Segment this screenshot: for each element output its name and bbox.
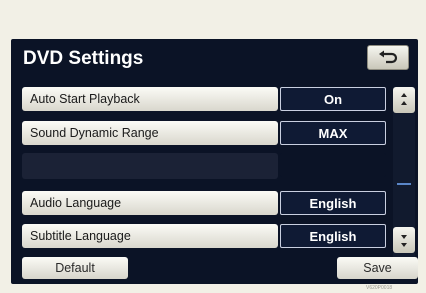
scrollbar[interactable] <box>393 87 415 277</box>
page-title: DVD Settings <box>23 48 144 69</box>
scroll-down-button[interactable] <box>393 227 415 253</box>
scroll-thumb[interactable] <box>397 183 411 185</box>
setting-sound-dynamic-range[interactable]: Sound Dynamic Range <box>22 121 278 145</box>
value-auto-start-playback[interactable]: On <box>280 87 386 111</box>
setting-auto-start-playback[interactable]: Auto Start Playback <box>22 87 278 111</box>
value-subtitle-language[interactable]: English <box>280 224 386 248</box>
empty-setting-row <box>22 153 278 179</box>
back-button[interactable] <box>367 45 409 70</box>
empty-setting-value <box>280 153 386 177</box>
image-code: V620P0018 <box>366 285 393 291</box>
scroll-up-button[interactable] <box>393 87 415 113</box>
default-button[interactable]: Default <box>22 257 128 279</box>
dvd-settings-screen: DVD Settings Auto Start Playback On Soun… <box>11 39 418 284</box>
scroll-down-icon <box>401 235 407 247</box>
return-arrow-icon <box>379 50 398 63</box>
scroll-up-icon <box>401 93 407 105</box>
value-sound-dynamic-range[interactable]: MAX <box>280 121 386 145</box>
setting-audio-language[interactable]: Audio Language <box>22 191 278 215</box>
setting-subtitle-language[interactable]: Subtitle Language <box>22 224 278 248</box>
value-audio-language[interactable]: English <box>280 191 386 215</box>
save-button[interactable]: Save <box>337 257 418 279</box>
